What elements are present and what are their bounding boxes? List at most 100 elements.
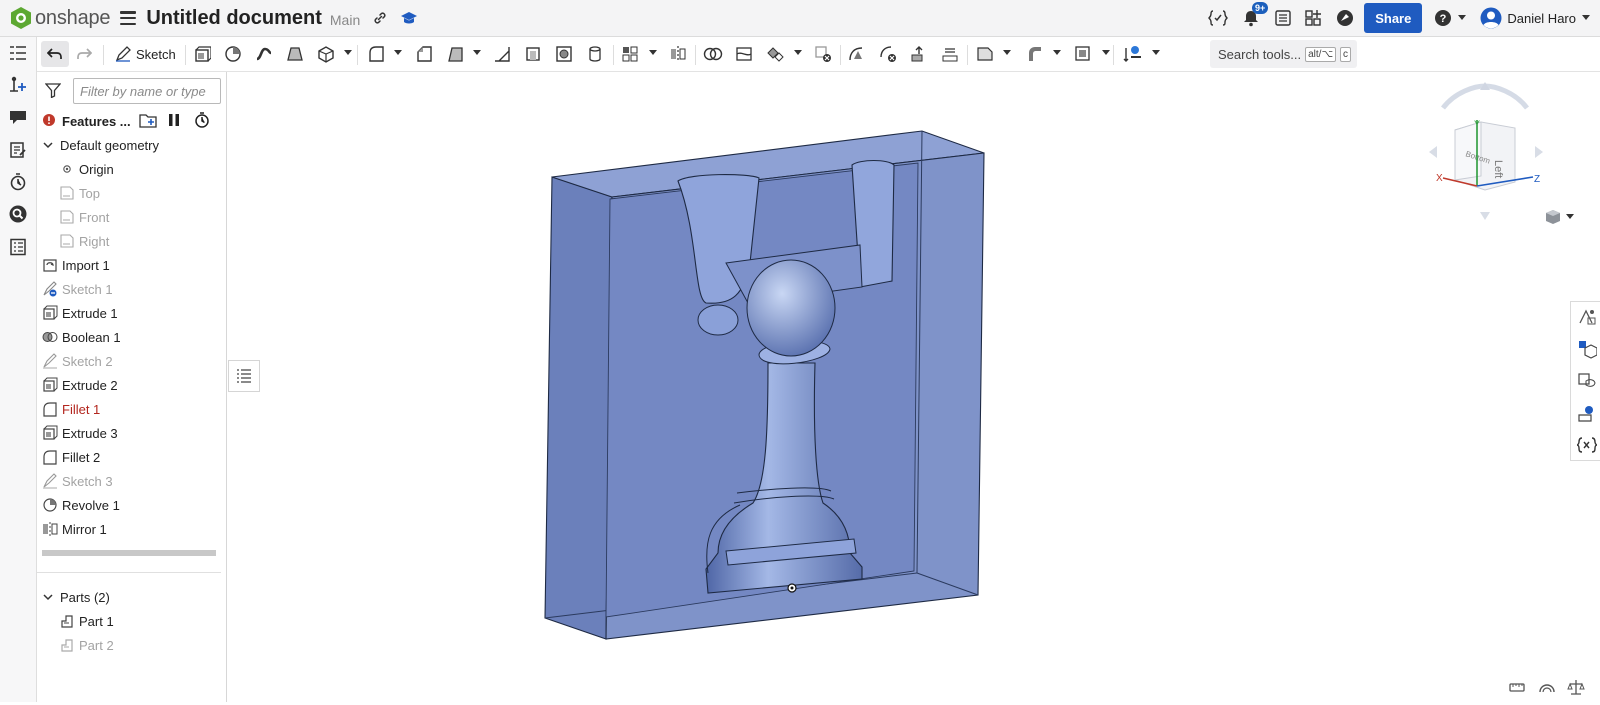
variables-icon[interactable] <box>1208 9 1229 27</box>
redo-icon[interactable] <box>73 43 95 65</box>
menu-icon[interactable] <box>120 11 137 25</box>
chevron-down-icon[interactable] <box>40 137 56 153</box>
sheet-metal-icon[interactable] <box>1024 43 1046 65</box>
chamfer-icon[interactable] <box>413 43 435 65</box>
shell-icon[interactable] <box>522 43 544 65</box>
release-notes-icon[interactable] <box>8 140 28 160</box>
app-store-icon[interactable] <box>1304 9 1324 27</box>
configurations-panel-icon[interactable] <box>1576 338 1598 360</box>
add-folder-icon[interactable] <box>138 112 157 131</box>
extrude-icon[interactable] <box>191 43 213 65</box>
help-menu-chevron-down-icon[interactable] <box>1458 15 1467 21</box>
tree-item-front[interactable]: Front <box>59 206 247 228</box>
learning-center-icon[interactable] <box>1336 9 1354 27</box>
tree-group-parts[interactable]: Parts (2) <box>40 586 228 608</box>
feature-filter-input[interactable] <box>73 78 221 104</box>
sketch-button[interactable]: Sketch <box>109 41 182 67</box>
tree-item-mirror-1[interactable]: Mirror 1 <box>42 518 230 540</box>
tree-item-sketch-3[interactable]: Sketch 3 <box>42 470 230 492</box>
mold-model-render[interactable] <box>228 73 1600 702</box>
sweep-icon[interactable] <box>253 43 275 65</box>
history-icon[interactable] <box>8 172 28 192</box>
variable-studio-panel-icon[interactable] <box>1576 402 1598 424</box>
fillet-icon[interactable] <box>365 43 387 65</box>
search-view-icon[interactable] <box>8 204 28 224</box>
tree-item-extrude-3[interactable]: Extrude 3 <box>42 422 230 444</box>
comments-icon[interactable] <box>8 107 28 127</box>
delete-face-icon[interactable] <box>877 43 899 65</box>
loft-icon[interactable] <box>284 43 306 65</box>
tree-item-sketch-2[interactable]: Sketch 2 <box>42 350 230 372</box>
tree-item-part-2[interactable]: Part 2 <box>59 634 247 656</box>
undo-icon[interactable] <box>41 41 69 67</box>
left-panel-rail <box>0 37 37 702</box>
parts-studio-panel-icon[interactable] <box>1576 370 1598 392</box>
user-name[interactable]: Daniel Haro <box>1507 11 1576 26</box>
learning-cap-icon[interactable] <box>400 10 418 26</box>
tree-item-origin[interactable]: Origin <box>59 158 247 180</box>
boolean-icon[interactable] <box>702 43 724 65</box>
branch-label[interactable]: Main <box>330 12 360 28</box>
replace-face-icon[interactable] <box>939 43 961 65</box>
delete-part-icon[interactable] <box>812 43 834 65</box>
tree-item-boolean-1[interactable]: Boolean 1 <box>42 326 230 348</box>
features-header-label[interactable]: Features ... <box>62 114 131 129</box>
graphics-viewport[interactable]: Bottom Left Y X Z <box>228 73 1600 702</box>
transform-icon[interactable] <box>764 43 786 65</box>
cylinder-icon[interactable] <box>584 43 606 65</box>
surface-icon[interactable] <box>1072 43 1094 65</box>
mirror-icon[interactable] <box>667 43 689 65</box>
feature-list-icon[interactable] <box>8 43 28 63</box>
tree-item-right[interactable]: Right <box>59 230 247 252</box>
tree-item-fillet-1[interactable]: Fillet 1 <box>42 398 230 420</box>
bill-of-materials-icon[interactable] <box>8 237 28 257</box>
tree-item-import-1[interactable]: Import 1 <box>42 254 230 276</box>
tree-item-extrude-1[interactable]: Extrude 1 <box>42 302 230 324</box>
section-view-icon[interactable] <box>1538 679 1556 698</box>
tree-item-part-1[interactable]: Part 1 <box>59 610 247 632</box>
split-icon[interactable] <box>733 43 755 65</box>
rib-icon[interactable] <box>491 43 513 65</box>
search-tools-input[interactable]: Search tools... alt/⌥ c <box>1210 40 1357 68</box>
plane-icon[interactable] <box>974 43 996 65</box>
custom-features-panel-icon[interactable] <box>1576 434 1598 456</box>
fillet-icon <box>42 449 58 465</box>
hole-icon[interactable] <box>553 43 575 65</box>
pause-icon[interactable] <box>167 113 181 130</box>
tree-item-sketch-1[interactable]: Sketch 1 <box>42 278 230 300</box>
thicken-icon[interactable] <box>315 43 337 65</box>
document-title[interactable]: Untitled document <box>146 7 322 30</box>
notifications-icon[interactable]: 9+ <box>1242 2 1269 27</box>
tree-item-fillet-2[interactable]: Fillet 2 <box>42 446 230 468</box>
draft-icon[interactable] <box>444 43 466 65</box>
chevron-down-icon[interactable] <box>40 589 56 605</box>
tree-item-top[interactable]: Top <box>59 182 247 204</box>
view-cube[interactable]: Bottom Left Y X Z <box>1415 78 1555 228</box>
onshape-logo[interactable]: onshape <box>10 6 111 30</box>
rollback-bar[interactable] <box>42 550 216 556</box>
filter-funnel-icon[interactable] <box>44 82 62 101</box>
move-face-icon[interactable] <box>908 43 930 65</box>
tasks-icon[interactable] <box>1274 9 1292 27</box>
share-button[interactable]: Share <box>1364 3 1423 33</box>
measure-icon[interactable] <box>1508 679 1526 698</box>
view-mode-menu[interactable] <box>1544 208 1574 226</box>
tree-item-label: Default geometry <box>60 137 159 153</box>
pattern-icon[interactable] <box>619 43 641 65</box>
rebuild-timer-icon[interactable] <box>194 111 210 131</box>
measure-tools-icon[interactable] <box>1122 43 1144 65</box>
avatar[interactable] <box>1480 7 1502 29</box>
link-icon[interactable] <box>372 10 388 26</box>
modify-fillet-icon[interactable] <box>846 43 868 65</box>
user-menu-chevron-down-icon[interactable] <box>1582 15 1590 21</box>
appearance-panel-icon[interactable] <box>1576 306 1598 328</box>
error-alert-icon[interactable] <box>43 113 55 129</box>
tree-item-extrude-2[interactable]: Extrude 2 <box>42 374 230 396</box>
tree-item-revolve-1[interactable]: Revolve 1 <box>42 494 230 516</box>
revolve-icon[interactable] <box>222 43 244 65</box>
tree-group-default-geometry[interactable]: Default geometry <box>40 134 228 156</box>
mass-properties-icon[interactable] <box>1567 678 1585 699</box>
help-icon[interactable]: ? <box>1434 9 1452 27</box>
tree-item-label: Front <box>79 209 110 225</box>
insert-icon[interactable] <box>8 75 28 95</box>
